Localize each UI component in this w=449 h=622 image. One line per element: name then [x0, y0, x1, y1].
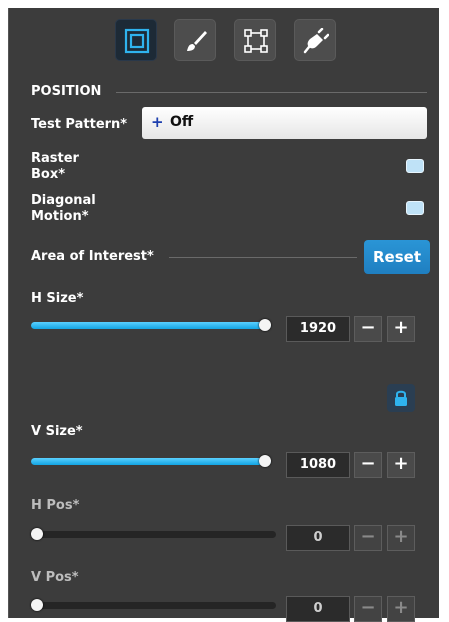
tab-position[interactable]: [115, 19, 157, 61]
h-pos-slider[interactable]: [31, 528, 276, 540]
h-pos-label: H Pos*: [31, 498, 80, 513]
h-pos-value-field[interactable]: 0: [286, 525, 350, 551]
position-panel: POSITION Test Pattern* + Off Raster Box*…: [8, 8, 439, 622]
tab-crop[interactable]: [234, 19, 276, 61]
v-size-value-field[interactable]: 1080: [286, 452, 350, 478]
plus-icon: +: [151, 113, 164, 131]
v-size-slider-fill: [31, 458, 271, 465]
h-size-slider-fill: [31, 322, 271, 329]
test-pattern-dropdown[interactable]: + Off: [142, 107, 427, 139]
v-size-increment-button[interactable]: +: [387, 452, 415, 478]
section-divider: [116, 92, 427, 93]
test-pattern-value: Off: [170, 114, 194, 130]
tab-connect[interactable]: [294, 19, 336, 61]
section-title: POSITION: [31, 84, 102, 99]
v-pos-slider[interactable]: [31, 599, 276, 611]
raster-box-label: Raster Box*: [31, 151, 79, 182]
h-size-slider[interactable]: [31, 319, 271, 331]
test-pattern-label: Test Pattern*: [31, 117, 128, 132]
aspect-lock-button[interactable]: [387, 384, 415, 412]
brush-icon: [187, 31, 207, 51]
v-size-decrement-button[interactable]: −: [354, 452, 382, 478]
position-tab-icon: [124, 28, 150, 54]
v-pos-increment-button[interactable]: +: [387, 596, 415, 622]
crop-frame-icon: [244, 29, 268, 53]
diagonal-motion-label: Diagonal Motion*: [31, 193, 96, 224]
v-size-slider[interactable]: [31, 455, 271, 467]
h-size-increment-button[interactable]: +: [387, 316, 415, 342]
tab-paint[interactable]: [174, 19, 216, 61]
h-pos-slider-knob[interactable]: [31, 528, 43, 540]
diagonal-motion-checkbox[interactable]: [406, 201, 424, 215]
h-size-slider-knob[interactable]: [259, 319, 271, 331]
h-pos-increment-button[interactable]: +: [387, 525, 415, 551]
h-size-decrement-button[interactable]: −: [354, 316, 382, 342]
area-of-interest-divider: [169, 257, 357, 258]
v-pos-decrement-button[interactable]: −: [354, 596, 382, 622]
h-size-label: H Size*: [31, 291, 84, 306]
v-size-slider-knob[interactable]: [259, 455, 271, 467]
lock-icon: [395, 390, 407, 406]
h-pos-decrement-button[interactable]: −: [354, 525, 382, 551]
reset-button[interactable]: Reset: [364, 240, 430, 274]
plug-icon: [303, 28, 329, 54]
area-of-interest-label: Area of Interest*: [31, 249, 154, 264]
v-pos-slider-knob[interactable]: [31, 599, 43, 611]
v-pos-value-field[interactable]: 0: [286, 596, 350, 622]
h-size-value-field[interactable]: 1920: [286, 316, 350, 342]
v-pos-label: V Pos*: [31, 570, 79, 585]
v-size-label: V Size*: [31, 424, 83, 439]
raster-box-checkbox[interactable]: [406, 159, 424, 173]
